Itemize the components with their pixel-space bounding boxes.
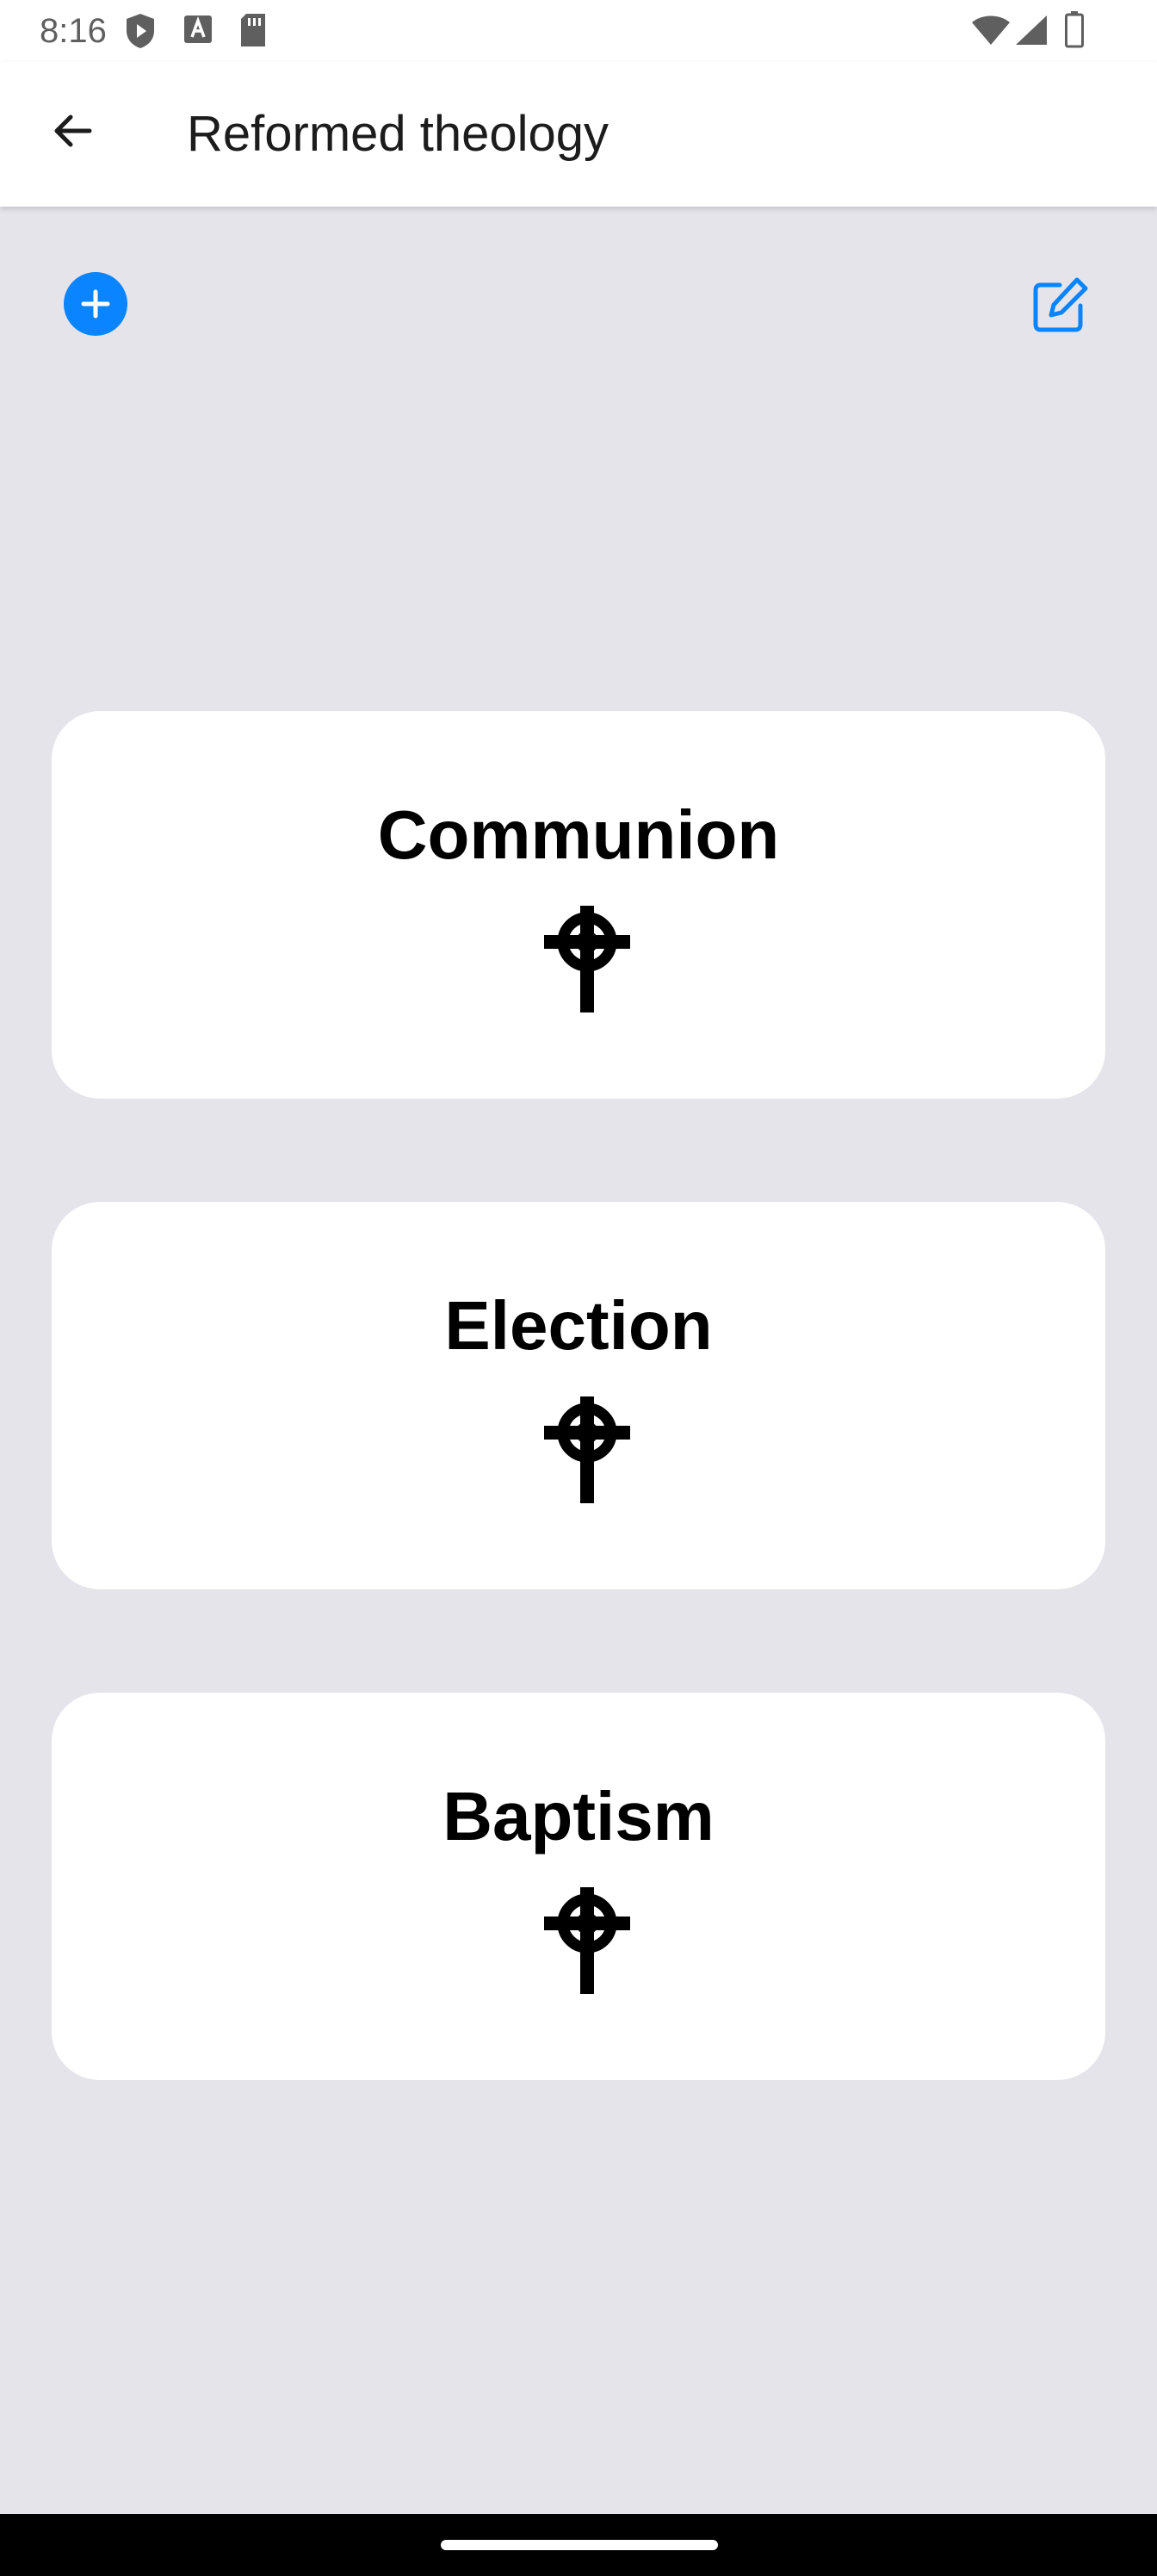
celtic-cross-icon <box>544 1396 630 1503</box>
sd-card-icon <box>238 12 269 53</box>
home-gesture-handle[interactable] <box>441 2540 718 2550</box>
card-title: Communion <box>377 796 780 873</box>
card-communion[interactable]: Communion <box>52 711 1105 1099</box>
back-button[interactable] <box>38 96 107 165</box>
app-bar: Reformed theology <box>0 62 1157 207</box>
page-title: Reformed theology <box>187 106 609 162</box>
card-baptism[interactable]: Baptism <box>52 1693 1105 2080</box>
card-title: Election <box>444 1287 713 1364</box>
battery-icon <box>1064 10 1085 53</box>
edit-square-icon <box>1033 277 1088 332</box>
arrow-left-icon <box>54 115 92 147</box>
add-button[interactable] <box>64 272 127 336</box>
status-time: 8:16 <box>40 12 107 50</box>
status-bar: 8:16 <box>0 0 1157 62</box>
cellular-signal-icon <box>1014 14 1049 51</box>
font-icon <box>183 12 213 51</box>
wifi-icon <box>971 14 1011 51</box>
celtic-cross-icon <box>544 906 630 1012</box>
card-election[interactable]: Election <box>52 1202 1105 1589</box>
shield-play-icon <box>124 12 157 54</box>
celtic-cross-icon <box>544 1887 630 1994</box>
edit-button[interactable] <box>1026 270 1095 339</box>
plus-circle-icon <box>81 289 110 319</box>
card-title: Baptism <box>442 1778 715 1855</box>
